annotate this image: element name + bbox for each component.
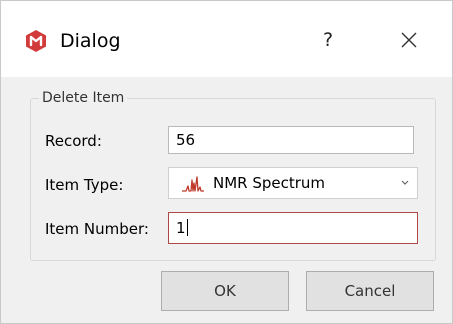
cancel-button[interactable]: Cancel <box>306 271 434 311</box>
nmr-spectrum-icon <box>182 176 204 192</box>
close-icon[interactable] <box>394 25 424 55</box>
chevron-down-icon[interactable] <box>401 180 409 186</box>
group-title: Delete Item <box>39 89 128 107</box>
item-type-label: Item Type: <box>45 176 124 194</box>
ok-button[interactable]: OK <box>161 271 289 311</box>
item-number-value: 1 <box>176 219 186 237</box>
record-field[interactable]: 56 <box>168 126 414 154</box>
item-type-select[interactable]: NMR Spectrum <box>168 167 418 199</box>
item-number-field[interactable]: 1 <box>168 212 418 244</box>
text-caret <box>186 219 188 236</box>
record-label: Record: <box>45 132 102 150</box>
dialog-window: Dialog ? Delete Item Record: 56 Item Typ… <box>0 0 453 324</box>
window-title: Dialog <box>60 30 121 52</box>
title-bar: Dialog ? <box>1 1 452 77</box>
help-button[interactable]: ? <box>313 25 343 55</box>
item-number-label: Item Number: <box>45 220 149 238</box>
app-logo-icon <box>26 30 46 52</box>
item-type-value: NMR Spectrum <box>213 174 326 192</box>
